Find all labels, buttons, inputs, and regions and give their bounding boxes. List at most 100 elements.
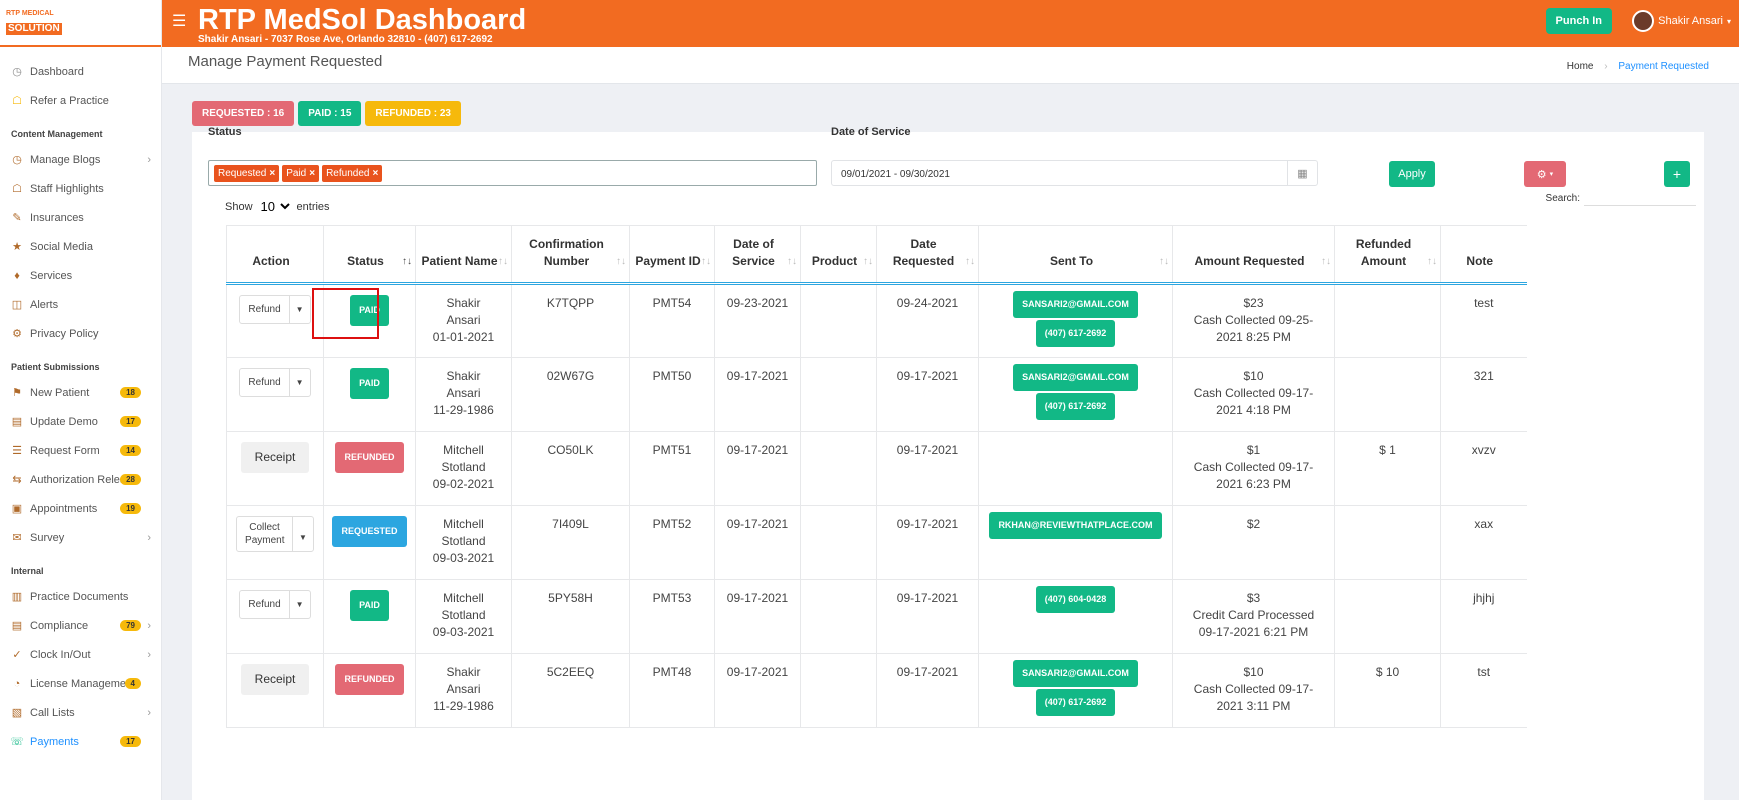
sidebar-item-survey[interactable]: ✉ Survey › [0,523,161,552]
status-chip-requested[interactable]: Requested × [214,164,280,182]
breadcrumb-current[interactable]: Payment Requested [1618,61,1709,72]
company-logo[interactable]: RTP MEDICAL SOLUTION [6,10,62,36]
sidebar-item-insurances[interactable]: ✎ Insurances [0,203,161,232]
column-header-product[interactable]: Product ↑↓ [800,225,877,285]
column-header-action[interactable]: Action [226,225,324,285]
refund-button[interactable]: Refund [240,591,290,618]
refunded-counter[interactable]: REFUNDED : 23 [365,101,461,126]
refund-button[interactable]: Refund [240,369,290,396]
sidebar-item-label: Dashboard [30,65,84,78]
sort-icon[interactable]: ↑↓ [402,253,412,270]
chevron-right-icon: › [147,153,151,166]
close-icon[interactable]: × [309,168,315,179]
status-chip-paid[interactable]: Paid × [282,164,320,182]
caret-down-icon[interactable]: ▼ [290,591,310,618]
column-header-date-of-service[interactable]: Date of Service ↑↓ [714,225,801,285]
close-icon[interactable]: × [372,168,378,179]
dos-cell: 09-17-2021 [714,579,801,654]
calendar-icon[interactable]: ▦ [1287,161,1317,185]
sidebar-item-clock-in-out[interactable]: ✓ Clock In/Out › [0,640,161,669]
logo-area[interactable]: RTP MEDICAL SOLUTION [0,0,161,47]
status-cell: REQUESTED [323,505,416,580]
column-header-note[interactable]: Note [1440,225,1527,285]
receipt-button[interactable]: Receipt [240,442,310,473]
entries-label: entries [296,200,330,213]
amount-line: 2021 8:25 PM [1216,330,1291,344]
sent-to-badge: SANSARI2@GMAIL.COM [1013,660,1138,687]
sidebar-item-refer-a-practice[interactable]: ☖ Refer a Practice [0,86,161,115]
requested-cell: 09-17-2021 [876,505,979,580]
status-chip-label: Paid [286,167,307,179]
sort-icon[interactable]: ↑↓ [616,253,626,270]
column-header-amount-requested[interactable]: Amount Requested ↑↓ [1172,225,1335,285]
search-input[interactable] [1584,190,1696,206]
payments-table: Action Status ↑↓ Patient Name ↑↓ Confirmation… [226,225,1527,728]
refund-button[interactable]: Refund [240,296,290,323]
status-cell: REFUNDED [323,653,416,728]
amount-line: Cash Collected 09-17- [1193,386,1314,400]
sidebar-item-dashboard[interactable]: ◷ Dashboard [0,57,161,86]
user-menu[interactable]: Shakir Ansari ▾ [1632,10,1731,32]
sort-icon[interactable]: ↑↓ [965,253,975,270]
status-multiselect[interactable]: Requested × Paid × Refunded × [208,160,817,186]
breadcrumb-home[interactable]: Home [1567,61,1594,72]
column-header-payment-id[interactable]: Payment ID ↑↓ [629,225,715,285]
status-chip-label: Requested [218,167,267,179]
payment-id-cell: PMT48 [629,653,715,728]
close-icon[interactable]: × [269,168,275,179]
sidebar-item-appointments[interactable]: ▣ Appointments 19 [0,494,161,523]
date-range-input[interactable]: 09/01/2021 - 09/30/2021 ▦ [831,160,1318,186]
sidebar-item-authorization-release[interactable]: ⇆ Authorization Release 28 [0,465,161,494]
column-header-date-requested[interactable]: Date Requested ↑↓ [876,225,979,285]
collect-payment-button[interactable]: Collect Payment [237,517,294,551]
status-badge: REFUNDED [335,664,404,695]
sidebar-item-manage-blogs[interactable]: ◷ Manage Blogs › [0,145,161,174]
sidebar-item-alerts[interactable]: ◫ Alerts [0,290,161,319]
confirmation-cell: 7I409L [511,505,630,580]
settings-dropdown-button[interactable]: ⚙ ▾ [1524,161,1566,187]
receipt-button[interactable]: Receipt [240,664,310,695]
sidebar-item-compliance[interactable]: ▤ Compliance 79 › [0,611,161,640]
column-header-refunded-amount[interactable]: Refunded Amount ↑↓ [1334,225,1441,285]
caret-down-icon[interactable]: ▼ [290,296,310,323]
sort-icon[interactable]: ↑↓ [701,253,711,270]
patient-line: 09-03-2021 [432,625,495,639]
column-header-status[interactable]: Status ↑↓ [323,225,416,285]
sidebar-item-payments[interactable]: ☏ Payments 17 [0,727,161,756]
sidebar-item-new-patient[interactable]: ⚑ New Patient 18 [0,378,161,407]
sidebar-item-privacy-policy[interactable]: ⚙ Privacy Policy [0,319,161,348]
requested-counter[interactable]: REQUESTED : 16 [192,101,295,126]
sidebar-item-call-lists[interactable]: ▧ Call Lists › [0,698,161,727]
sort-icon[interactable]: ↑↓ [1427,253,1437,270]
sidebar-item-social-media[interactable]: ★ Social Media [0,232,161,261]
hamburger-icon[interactable]: ☰ [172,11,186,31]
entries-select[interactable]: 10 [256,198,293,215]
sort-icon[interactable]: ↑↓ [1321,253,1331,270]
column-header-patient-name[interactable]: Patient Name ↑↓ [415,225,512,285]
sort-icon[interactable]: ↑↓ [1159,253,1169,270]
sidebar-item-license-management[interactable]: ◔ License Management 4 [0,669,161,698]
patient-line: Ansari [446,682,481,696]
caret-down-icon[interactable]: ▼ [293,517,313,551]
caret-down-icon[interactable]: ▼ [290,369,310,396]
sort-icon[interactable]: ↑↓ [787,253,797,270]
column-header-sent-to[interactable]: Sent To ↑↓ [978,225,1173,285]
status-chip-refunded[interactable]: Refunded × [322,164,383,182]
sidebar-item-practice-documents[interactable]: ▥ Practice Documents [0,582,161,611]
amount-cell: $10 Cash Collected 09-17- 2021 3:11 PM [1172,653,1335,728]
punch-in-button[interactable]: Punch In [1545,8,1612,34]
sidebar-item-update-demo[interactable]: ▤ Update Demo 17 [0,407,161,436]
add-button[interactable]: + [1664,161,1690,187]
sidebar-item-request-form[interactable]: ☰ Request Form 14 [0,436,161,465]
apply-button[interactable]: Apply [1389,161,1435,187]
gear-icon: ⚙ [1536,168,1547,181]
column-header-label: Date of Service [732,237,775,268]
sort-icon[interactable]: ↑↓ [498,253,508,270]
sidebar-item-staff-highlights[interactable]: ☖ Staff Highlights [0,174,161,203]
user-name: Shakir Ansari [1658,15,1723,27]
sidebar-item-services[interactable]: ♦ Services [0,261,161,290]
paid-status-highlight [312,288,379,339]
sort-icon[interactable]: ↑↓ [863,253,873,270]
paid-counter[interactable]: PAID : 15 [298,101,362,126]
column-header-confirmation-number[interactable]: Confirmation Number ↑↓ [511,225,630,285]
